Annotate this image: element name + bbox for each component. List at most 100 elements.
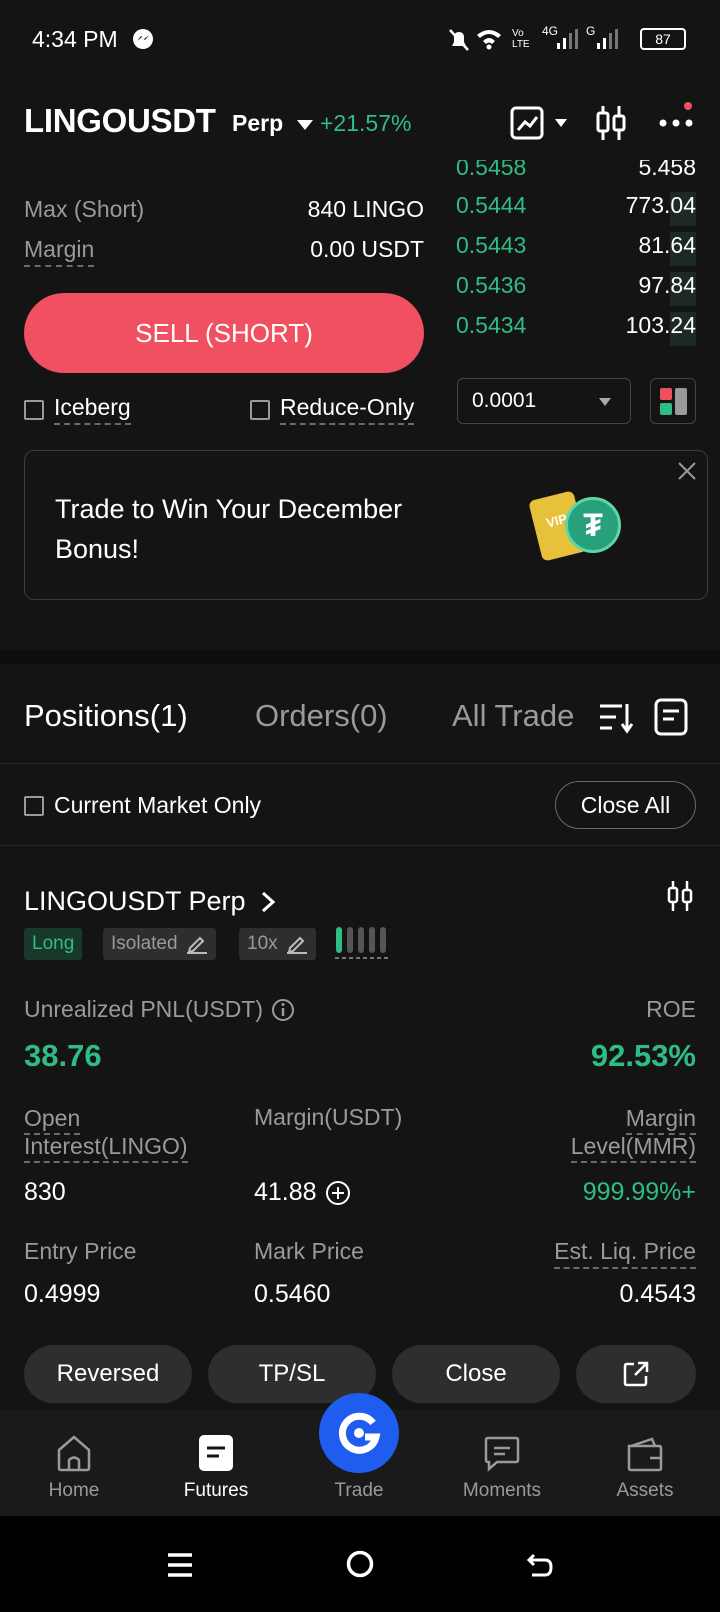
status-bar: 4:34 PM Vo LTE 4G G 87 [0,0,720,80]
info-icon[interactable] [271,998,295,1022]
system-nav-bar [0,1516,720,1612]
pnl-label: Unrealized PNL(USDT) [24,996,295,1023]
margin-usdt-value: 41.88 [254,1178,351,1207]
nav-assets[interactable]: Assets [573,1410,717,1516]
close-all-button[interactable]: Close All [555,781,696,829]
margin-level-label[interactable]: Margin Level(MMR) [546,1104,696,1163]
filter-divider [0,845,720,846]
liq-price-label[interactable]: Est. Liq. Price [554,1238,696,1269]
pnl-label-text: Unrealized PNL(USDT) [24,996,264,1022]
share-button[interactable] [576,1345,696,1403]
sort-button[interactable] [598,700,634,739]
ask-qty: 103.24 [625,312,696,338]
nav-assets-label: Assets [616,1480,674,1501]
recent-apps-button[interactable] [166,1552,194,1583]
margin-mode-label: Isolated [111,933,178,954]
close-position-button[interactable]: Close [392,1345,560,1403]
pair-title[interactable]: LINGOUSDT [24,102,216,140]
contract-type[interactable]: Perp [232,110,314,137]
back-button[interactable] [526,1552,554,1583]
back-icon [526,1553,553,1577]
reduce-only-checkbox[interactable]: Reduce-Only [250,394,415,425]
close-icon [678,462,696,480]
order-book-row[interactable]: 0.5436 97.84 [456,272,696,308]
sell-short-button[interactable]: SELL (SHORT) [24,293,424,373]
nav-moments-label: Moments [462,1480,542,1501]
risk-indicator[interactable] [335,926,391,965]
position-symbol[interactable]: LINGOUSDT Perp [24,886,276,917]
mark-price-label: Mark Price [254,1238,364,1264]
precision-select[interactable]: 0.0001 [457,378,631,424]
candlestick-icon [667,881,693,911]
mute-icon [448,28,470,57]
volte-label: Vo LTE [512,28,530,50]
reduce-only-label: Reduce-Only [280,394,415,425]
price-change: +21.57% [320,110,412,136]
messenger-icon [132,28,154,55]
order-book-row[interactable]: 0.5443 81.64 [456,232,696,268]
nav-futures[interactable]: Futures [144,1410,288,1516]
mark-price-value: 0.5460 [254,1280,331,1308]
battery-icon: 87 [640,28,686,50]
book-layout-button[interactable] [650,378,696,424]
margin-value: 0.00 USDT [310,236,424,262]
tab-positions[interactable]: Positions(1) [24,698,188,734]
candlestick-button[interactable] [594,104,628,147]
vip-coin-illustration: VIP ₮ [528,490,631,563]
reversed-button[interactable]: Reversed [24,1345,192,1403]
trade-logo-icon [338,1412,381,1454]
nav-home[interactable]: Home [2,1410,146,1516]
roe-label: ROE [646,996,696,1022]
tab-orders[interactable]: Orders(0) [255,698,388,734]
clock: 4:34 PM [32,26,118,52]
share-icon [623,1361,649,1387]
tether-coin-icon: ₮ [565,497,621,553]
entry-price-label: Entry Price [24,1238,137,1264]
leverage-label: 10x [247,933,278,954]
close-banner-button[interactable] [677,461,697,486]
order-book-row[interactable]: 0.5458 5.458 [456,160,696,190]
reduce-only-check[interactable] [250,399,270,420]
precision-value: 0.0001 [472,389,537,412]
position-chart-button[interactable] [666,880,694,917]
entry-price-value: 0.4999 [24,1280,101,1308]
menu-icon [168,1553,192,1577]
caret-down-icon [599,398,611,406]
nav-moments[interactable]: Moments [430,1410,574,1516]
open-interest-label-text: Open Interest(LINGO) [24,1105,188,1163]
margin-label[interactable]: Margin [24,236,95,267]
circle-icon [346,1550,374,1578]
edit-icon [286,936,307,954]
nav-futures-label: Futures [183,1480,249,1501]
trade-fab-button[interactable] [319,1393,399,1473]
side-badge: Long [24,928,83,960]
leverage-badge[interactable]: 10x [239,928,316,960]
current-market-check[interactable] [24,795,44,816]
order-book-row[interactable]: 0.5444 773.04 [456,192,696,228]
current-market-filter[interactable]: Current Market Only [24,792,261,819]
tab-all-trades[interactable]: All Trade [452,698,582,734]
futures-icon [199,1435,233,1471]
order-history-button[interactable] [654,698,688,741]
iceberg-check[interactable] [24,399,44,420]
iceberg-checkbox[interactable]: Iceberg [24,394,131,425]
more-button[interactable] [658,102,696,141]
margin-usdt-label: Margin(USDT) [254,1104,403,1130]
ask-price: 0.5443 [456,232,527,258]
chat-icon [484,1436,520,1472]
margin-mode-badge[interactable]: Isolated [103,928,216,960]
chart-icon [510,106,544,140]
liq-price-value: 0.4543 [619,1280,696,1308]
home-system-button[interactable] [346,1550,374,1583]
chevron-right-icon [261,891,275,912]
signal-icon-2 [596,28,618,55]
open-interest-value: 830 [24,1178,66,1206]
open-interest-label[interactable]: Open Interest(LINGO) [24,1104,204,1163]
home-icon [57,1435,91,1472]
promo-banner[interactable]: Trade to Win Your December Bonus! VIP ₮ [24,450,708,600]
order-book-row[interactable]: 0.5434 103.24 [456,312,696,348]
add-margin-icon[interactable] [325,1180,351,1206]
ask-price: 0.5434 [456,312,527,338]
chart-button[interactable] [510,106,568,145]
contract-type-label: Perp [232,110,284,136]
